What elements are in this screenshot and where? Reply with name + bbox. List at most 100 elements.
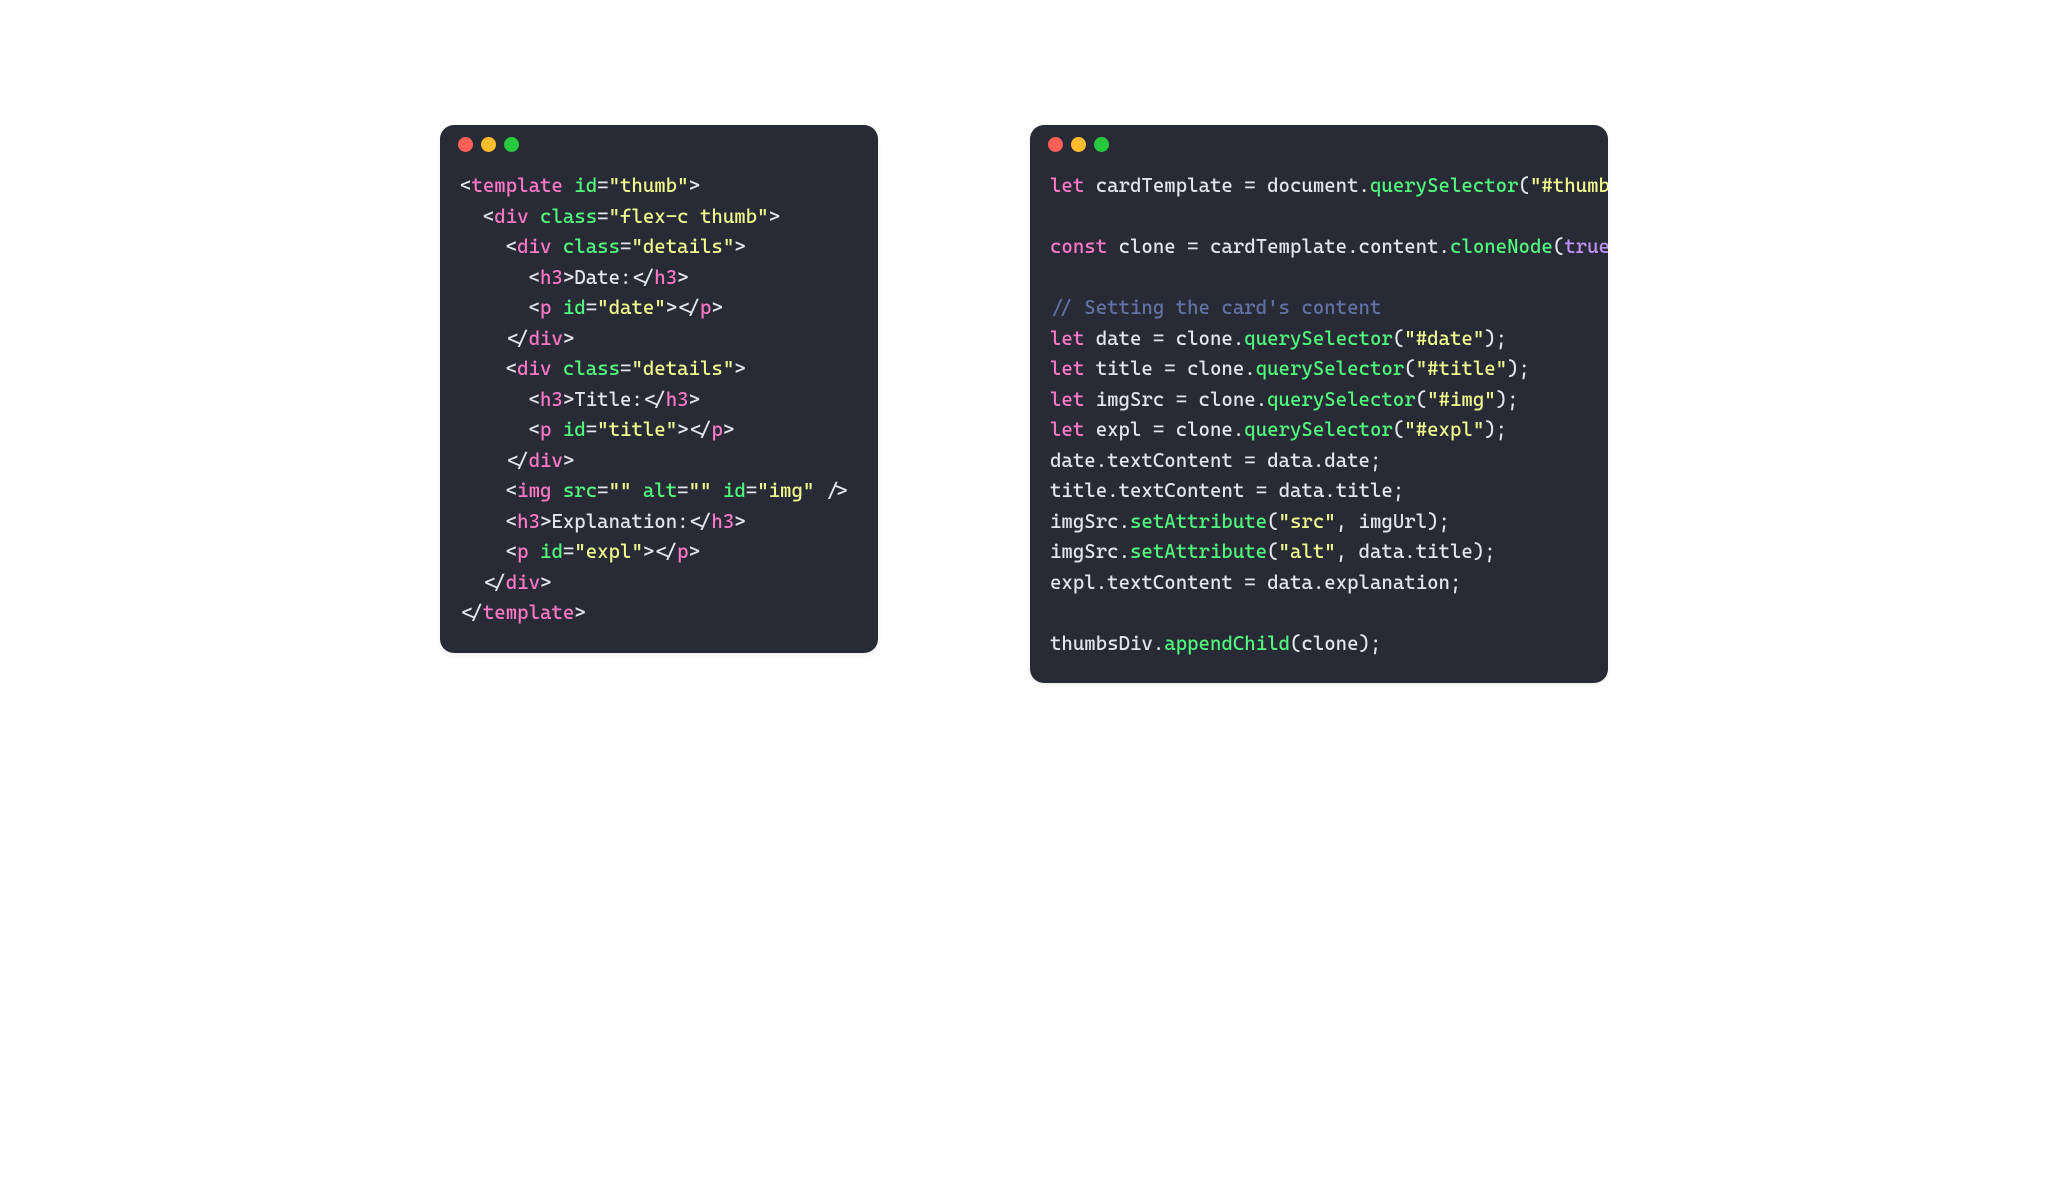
token-punc: = (1256, 479, 1267, 502)
maximize-icon[interactable] (504, 137, 519, 152)
token-attr: id (563, 296, 586, 319)
token-punc (1233, 571, 1244, 594)
token-punc (1244, 479, 1255, 502)
token-tag: div (517, 357, 551, 380)
token-str: "date" (597, 296, 666, 319)
token-var: document (1256, 174, 1359, 197)
token-var: imgSrc (1050, 540, 1119, 563)
token-var: textContent (1119, 479, 1245, 502)
token-tag: p (677, 540, 688, 563)
token-punc: > (677, 266, 688, 289)
token-punc (460, 510, 506, 533)
token-punc (460, 449, 506, 472)
token-var: data (1267, 479, 1324, 502)
code-block-js: let cardTemplate = document.querySelecto… (1030, 163, 1608, 683)
token-punc: ( (1393, 327, 1404, 350)
token-punc: < (506, 235, 517, 258)
token-punc: > (734, 357, 745, 380)
token-str: "flex-c thumb" (609, 205, 769, 228)
maximize-icon[interactable] (1094, 137, 1109, 152)
token-punc: = (620, 235, 631, 258)
token-tag: p (700, 296, 711, 319)
token-attr: alt (643, 479, 677, 502)
token-punc: = (1153, 418, 1164, 441)
token-attr: querySelector (1256, 357, 1405, 380)
token-punc: = (597, 205, 608, 228)
token-punc (460, 296, 529, 319)
token-punc: . (1119, 540, 1130, 563)
token-punc: ); (1473, 540, 1496, 563)
token-punc: ); (1484, 418, 1507, 441)
token-punc: < (506, 510, 517, 533)
token-str: "src" (1279, 510, 1336, 533)
token-punc: > (540, 510, 551, 533)
token-tag: p (517, 540, 528, 563)
token-punc: > (689, 388, 700, 411)
token-var: clone (1187, 388, 1256, 411)
token-attr: id (563, 418, 586, 441)
token-punc: . (1404, 540, 1415, 563)
token-var: cardTemplate (1084, 174, 1244, 197)
token-var: textContent (1107, 571, 1233, 594)
token-punc: ( (1267, 510, 1278, 533)
token-var: clone (1107, 235, 1187, 258)
close-icon[interactable] (458, 137, 473, 152)
token-tag: p (540, 418, 551, 441)
token-punc: </ (689, 510, 712, 533)
token-punc: . (1313, 449, 1324, 472)
token-punc (460, 418, 529, 441)
token-attr: querySelector (1244, 327, 1393, 350)
token-punc (711, 479, 722, 502)
code-window-html: <template id="thumb"> <div class="flex-c… (440, 125, 878, 653)
token-punc (460, 388, 529, 411)
token-tag: h3 (517, 510, 540, 533)
token-tag: h3 (711, 510, 734, 533)
token-punc: ); (1484, 327, 1507, 350)
token-punc: </ (483, 571, 506, 594)
token-punc: . (1119, 510, 1130, 533)
token-punc: = (677, 479, 688, 502)
token-str: "alt" (1279, 540, 1336, 563)
token-punc: = (746, 479, 757, 502)
token-tag: h3 (540, 266, 563, 289)
token-punc: . (1107, 479, 1118, 502)
token-punc (460, 327, 506, 350)
token-punc: < (506, 357, 517, 380)
token-punc (460, 479, 506, 502)
code-block-html: <template id="thumb"> <div class="flex-c… (440, 163, 878, 653)
titlebar (440, 125, 878, 163)
token-punc: = (1153, 327, 1164, 350)
token-punc (460, 571, 483, 594)
token-tag: let (1050, 174, 1084, 197)
token-punc (460, 357, 506, 380)
token-tag: img (517, 479, 551, 502)
token-punc: > (540, 571, 551, 594)
token-punc: = (1176, 388, 1187, 411)
token-tag: const (1050, 235, 1107, 258)
minimize-icon[interactable] (481, 137, 496, 152)
token-punc: . (1324, 479, 1335, 502)
token-punc: (clone); (1290, 632, 1381, 655)
token-tag: h3 (666, 388, 689, 411)
token-var: thumbsDiv (1050, 632, 1153, 655)
token-punc: < (483, 205, 494, 228)
close-icon[interactable] (1048, 137, 1063, 152)
token-punc: < (460, 174, 471, 197)
token-punc: . (1256, 388, 1267, 411)
token-attr: id (540, 540, 563, 563)
token-var: date (1084, 327, 1153, 350)
token-str: "#expl" (1404, 418, 1484, 441)
token-punc: ( (1267, 540, 1278, 563)
token-punc: </ (643, 388, 666, 411)
token-punc: . (1233, 327, 1244, 350)
minimize-icon[interactable] (1071, 137, 1086, 152)
token-punc: = (586, 418, 597, 441)
token-attr: src (563, 479, 597, 502)
token-str: "" (609, 479, 632, 502)
token-attr: querySelector (1244, 418, 1393, 441)
token-var: date (1050, 449, 1096, 472)
token-punc: , imgUrl); (1336, 510, 1450, 533)
token-punc (563, 174, 574, 197)
token-punc: . (1359, 174, 1370, 197)
token-punc (631, 479, 642, 502)
